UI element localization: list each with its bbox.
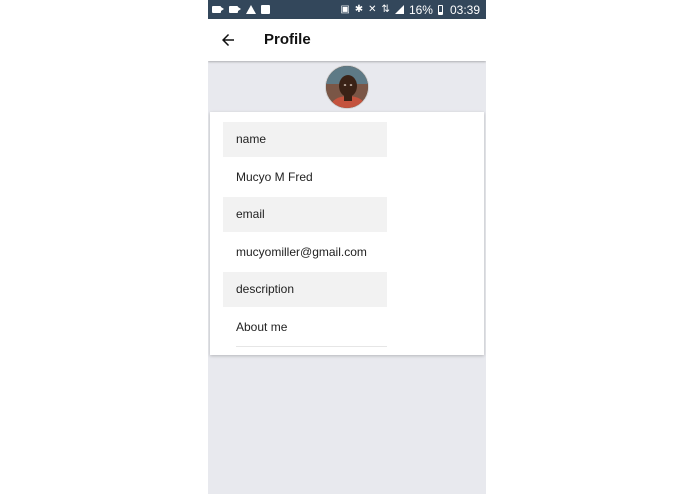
phone-screen: ▣ ✱ ✕ ⇅ 16% 03:39 Profile name Mucyo M F… <box>208 0 486 494</box>
profile-card: name Mucyo M Fred email mucyomiller@gmai… <box>210 112 484 355</box>
mute-icon: ✕ <box>368 3 377 15</box>
email-value: mucyomiller@gmail.com <box>236 245 367 259</box>
battery-percent: 16% <box>408 2 433 17</box>
status-time: 03:39 <box>449 2 480 17</box>
message-icon <box>261 5 270 14</box>
description-label: description <box>223 272 387 307</box>
name-label: name <box>223 122 387 157</box>
network-icon: ⇅ <box>381 3 390 15</box>
description-divider <box>236 346 387 347</box>
email-label: email <box>223 197 387 232</box>
arrow-left-icon <box>222 34 234 46</box>
status-system: ▣ ✱ ✕ ⇅ 16% 03:39 <box>340 3 480 17</box>
battery-icon <box>437 4 443 15</box>
app-bar: Profile <box>208 19 486 61</box>
status-notifications <box>212 5 270 14</box>
warning-icon <box>246 5 256 14</box>
bluetooth-icon: ✱ <box>354 3 364 15</box>
signal-icon <box>394 5 404 14</box>
back-button[interactable] <box>208 19 248 61</box>
status-bar: ▣ ✱ ✕ ⇅ 16% 03:39 <box>208 0 486 19</box>
profile-photo <box>326 66 368 108</box>
video-camera-icon <box>212 6 224 13</box>
name-value: Mucyo M Fred <box>236 170 313 184</box>
page-title: Profile <box>264 31 311 48</box>
description-value: About me <box>236 320 288 334</box>
video-camera-icon <box>229 6 241 13</box>
avatar <box>325 65 369 109</box>
nfc-icon: ▣ <box>340 3 350 15</box>
